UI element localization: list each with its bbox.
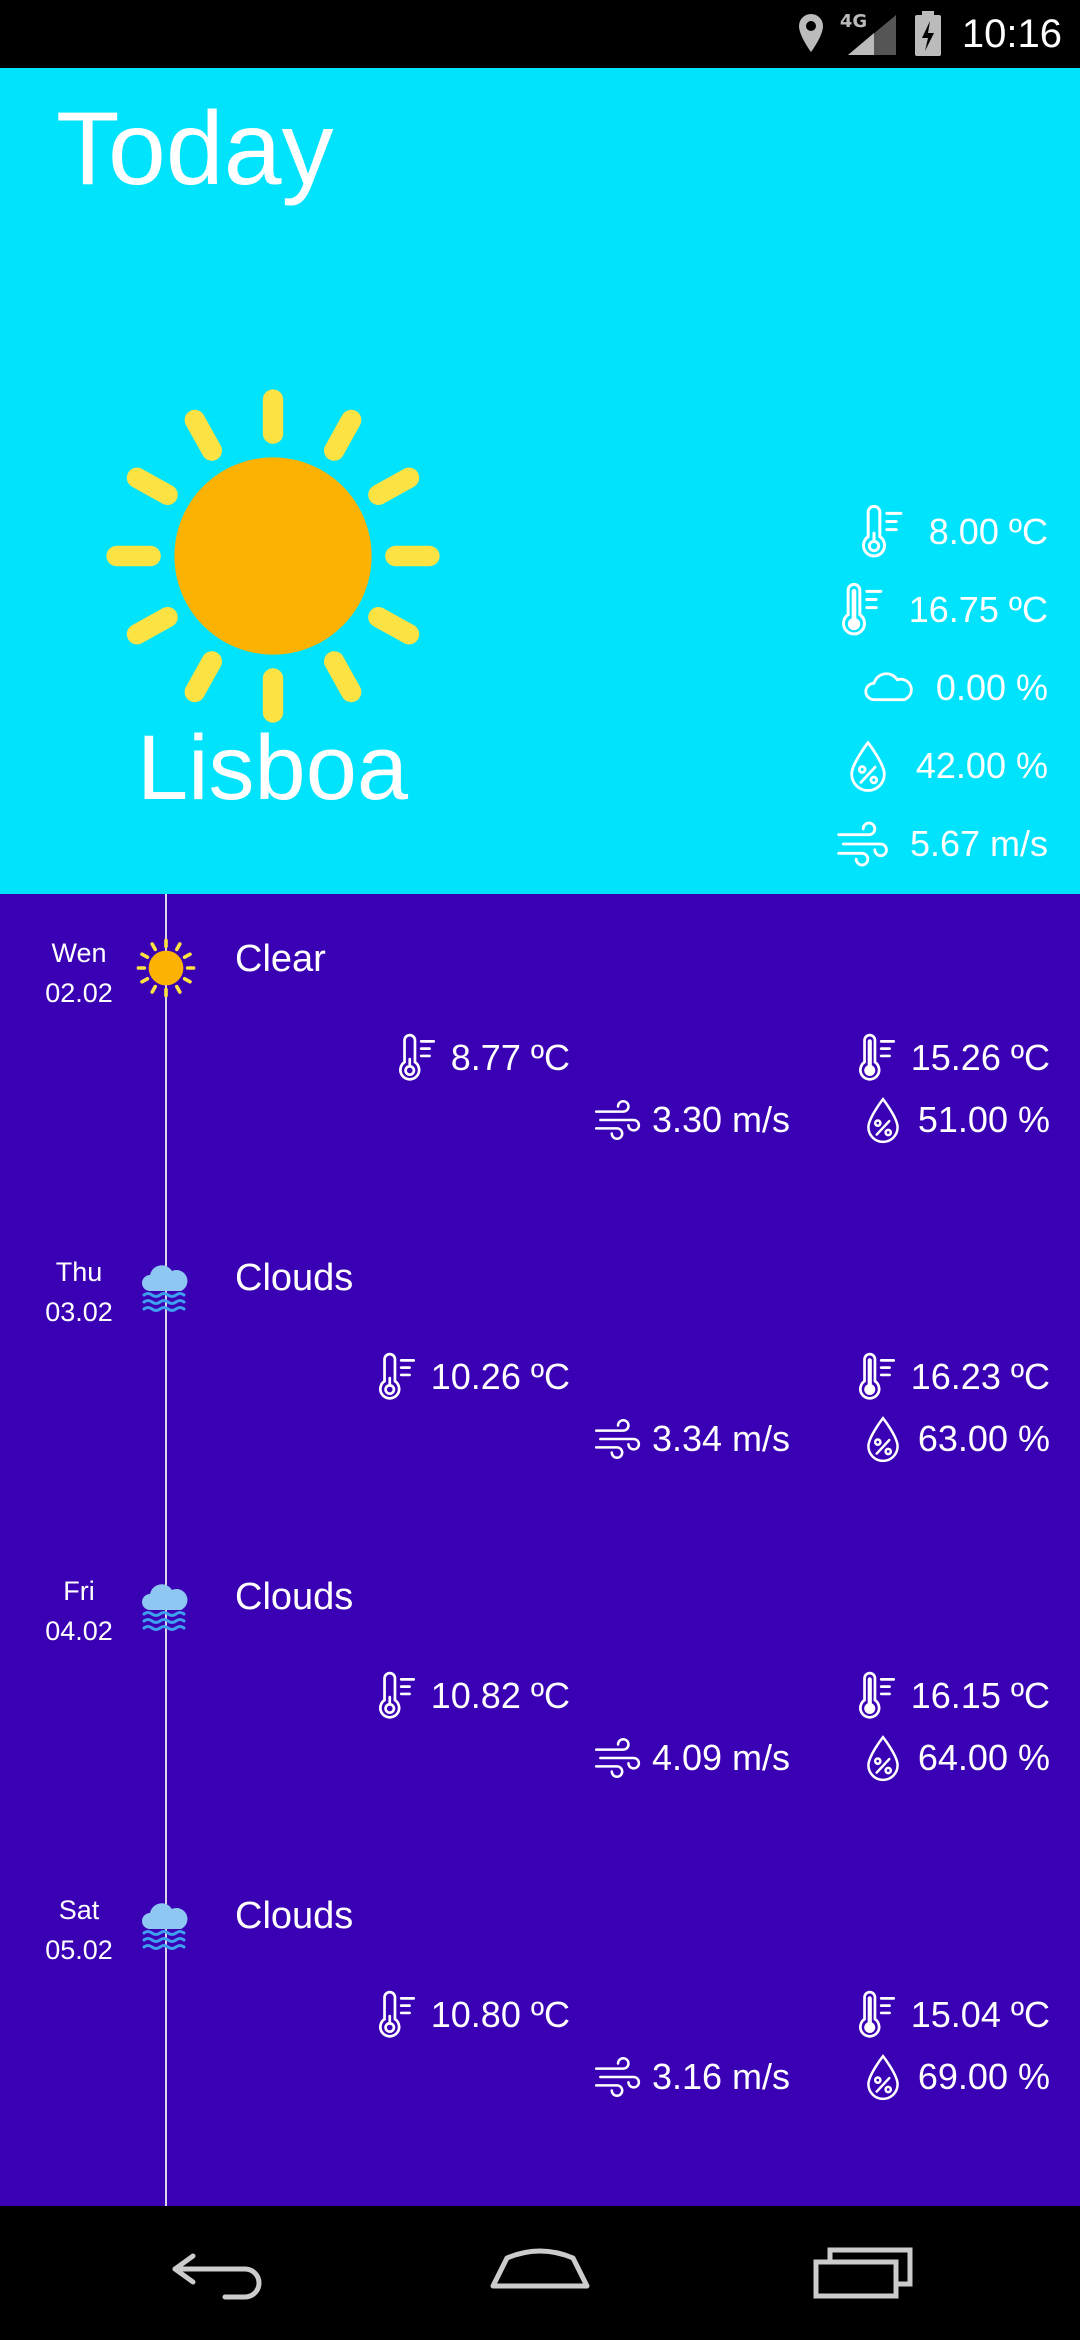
forecast-item[interactable]: Wen 02.02 Clear 8.77 ºC 15.26 ºC 3.30 m/… — [0, 894, 1080, 1213]
sun-icon — [136, 938, 196, 998]
current-max-temp: 16.75 ºC — [833, 582, 1048, 638]
forecast-date: 05.02 — [45, 1935, 113, 1965]
clock: 10:16 — [961, 11, 1062, 56]
forecast-date: 03.02 — [45, 1297, 113, 1327]
forecast-max-temp: 16.23 ºC — [851, 1349, 1050, 1405]
thermometer-max-icon — [833, 582, 889, 638]
forecast-date: 02.02 — [45, 978, 113, 1008]
forecast-humidity: 63.00 % — [858, 1411, 1050, 1467]
forecast-min-temp: 8.77 ºC — [391, 1030, 570, 1086]
forecast-min-temp-value: 10.82 ºC — [430, 1675, 570, 1716]
forecast-humidity-value: 69.00 % — [917, 2056, 1050, 2097]
forecast-humidity: 51.00 % — [858, 1092, 1050, 1148]
current-wind: 5.67 m/s — [834, 816, 1048, 872]
wind-icon — [834, 816, 890, 872]
forecast-min-temp: 10.80 ºC — [371, 1987, 570, 2043]
thermometer-max-icon — [851, 1990, 901, 2040]
forecast-day: Thu — [55, 1257, 103, 1287]
battery-icon — [914, 11, 941, 56]
forecast-wind: 3.30 m/s — [592, 1092, 790, 1148]
cloud-rain-icon — [136, 1576, 196, 1636]
humidity-icon — [858, 1095, 908, 1145]
cloud-rain-icon — [136, 1257, 196, 1317]
cloud-icon — [860, 660, 916, 716]
current-cloudiness: 0.00 % — [860, 660, 1048, 716]
wind-icon — [592, 2052, 642, 2102]
forecast-min-temp-value: 8.77 ºC — [450, 1037, 570, 1078]
forecast-day: Wen — [51, 938, 107, 968]
forecast-min-temp: 10.26 ºC — [371, 1349, 570, 1405]
signal-icon: 4G — [840, 11, 900, 57]
forecast-description: Clouds — [235, 1895, 354, 1937]
forecast-day: Sat — [58, 1895, 100, 1925]
forecast-humidity-value: 51.00 % — [917, 1099, 1050, 1140]
forecast-humidity-value: 63.00 % — [917, 1418, 1050, 1459]
thermometer-max-icon — [851, 1671, 901, 1721]
forecast-day: Fri — [63, 1576, 95, 1606]
forecast-max-temp: 15.04 ºC — [851, 1987, 1050, 2043]
recents-icon[interactable] — [808, 2236, 918, 2310]
cloud-rain-icon — [136, 1895, 196, 1955]
thermometer-min-icon — [853, 504, 909, 560]
humidity-icon — [840, 738, 896, 794]
humidity-icon — [858, 2052, 908, 2102]
forecast-wind: 4.09 m/s — [592, 1730, 790, 1786]
forecast-wind: 3.34 m/s — [592, 1411, 790, 1467]
forecast-min-temp-value: 10.80 ºC — [430, 1994, 570, 2035]
forecast-wind-value: 3.16 m/s — [651, 2056, 790, 2097]
forecast-max-temp-value: 16.15 ºC — [910, 1675, 1050, 1716]
thermometer-min-icon — [371, 1352, 421, 1402]
thermometer-max-icon — [851, 1033, 901, 1083]
thermometer-min-icon — [391, 1033, 441, 1083]
forecast-humidity: 64.00 % — [858, 1730, 1050, 1786]
forecast-item[interactable]: Sat 05.02 Clouds 10.80 ºC 15.04 ºC 3.16 … — [0, 1851, 1080, 2170]
forecast-max-temp-value: 15.04 ºC — [910, 1994, 1050, 2035]
forecast-list[interactable]: Wen 02.02 Clear 8.77 ºC 15.26 ºC 3.30 m/… — [0, 894, 1080, 2206]
current-humidity-value: 42.00 % — [915, 745, 1048, 786]
forecast-wind-value: 3.34 m/s — [651, 1418, 790, 1459]
forecast-description: Clouds — [235, 1257, 354, 1299]
current-max-temp-value: 16.75 ºC — [908, 589, 1048, 630]
back-icon[interactable] — [165, 2236, 275, 2310]
wind-icon — [592, 1095, 642, 1145]
forecast-max-temp: 15.26 ºC — [851, 1030, 1050, 1086]
location-icon — [798, 14, 823, 52]
page-title: Today — [56, 91, 334, 207]
navigation-bar — [0, 2206, 1080, 2340]
current-min-temp-value: 8.00 ºC — [928, 511, 1048, 552]
humidity-icon — [858, 1414, 908, 1464]
forecast-min-temp: 10.82 ºC — [371, 1668, 570, 1724]
current-min-temp: 8.00 ºC — [853, 504, 1048, 560]
forecast-max-temp: 16.15 ºC — [851, 1668, 1050, 1724]
current-cloudiness-value: 0.00 % — [935, 667, 1048, 708]
forecast-wind: 3.16 m/s — [592, 2049, 790, 2105]
forecast-max-temp-value: 15.26 ºC — [910, 1037, 1050, 1078]
status-bar: 4G 10:16 — [0, 0, 1080, 68]
wind-icon — [592, 1733, 642, 1783]
forecast-humidity: 69.00 % — [858, 2049, 1050, 2105]
forecast-max-temp-value: 16.23 ºC — [910, 1356, 1050, 1397]
thermometer-min-icon — [371, 1990, 421, 2040]
forecast-wind-value: 4.09 m/s — [651, 1737, 790, 1778]
forecast-date: 04.02 — [45, 1616, 113, 1646]
current-humidity: 42.00 % — [840, 738, 1048, 794]
today-panel: Today Lisboa 8.00 ºC 16.75 ºC 0.00 % 42.… — [0, 68, 1080, 894]
humidity-icon — [858, 1733, 908, 1783]
wind-icon — [592, 1414, 642, 1464]
forecast-description: Clear — [235, 938, 326, 980]
home-icon[interactable] — [485, 2236, 595, 2310]
city-name: Lisboa — [136, 717, 409, 819]
current-wind-value: 5.67 m/s — [909, 823, 1048, 864]
forecast-humidity-value: 64.00 % — [917, 1737, 1050, 1778]
forecast-min-temp-value: 10.26 ºC — [430, 1356, 570, 1397]
forecast-description: Clouds — [235, 1576, 354, 1618]
forecast-wind-value: 3.30 m/s — [651, 1099, 790, 1140]
forecast-item[interactable]: Fri 04.02 Clouds 10.82 ºC 16.15 ºC 4.09 … — [0, 1532, 1080, 1851]
thermometer-max-icon — [851, 1352, 901, 1402]
sun-icon — [103, 386, 443, 726]
thermometer-min-icon — [371, 1671, 421, 1721]
forecast-item[interactable]: Thu 03.02 Clouds 10.26 ºC 16.23 ºC 3.34 … — [0, 1213, 1080, 1532]
